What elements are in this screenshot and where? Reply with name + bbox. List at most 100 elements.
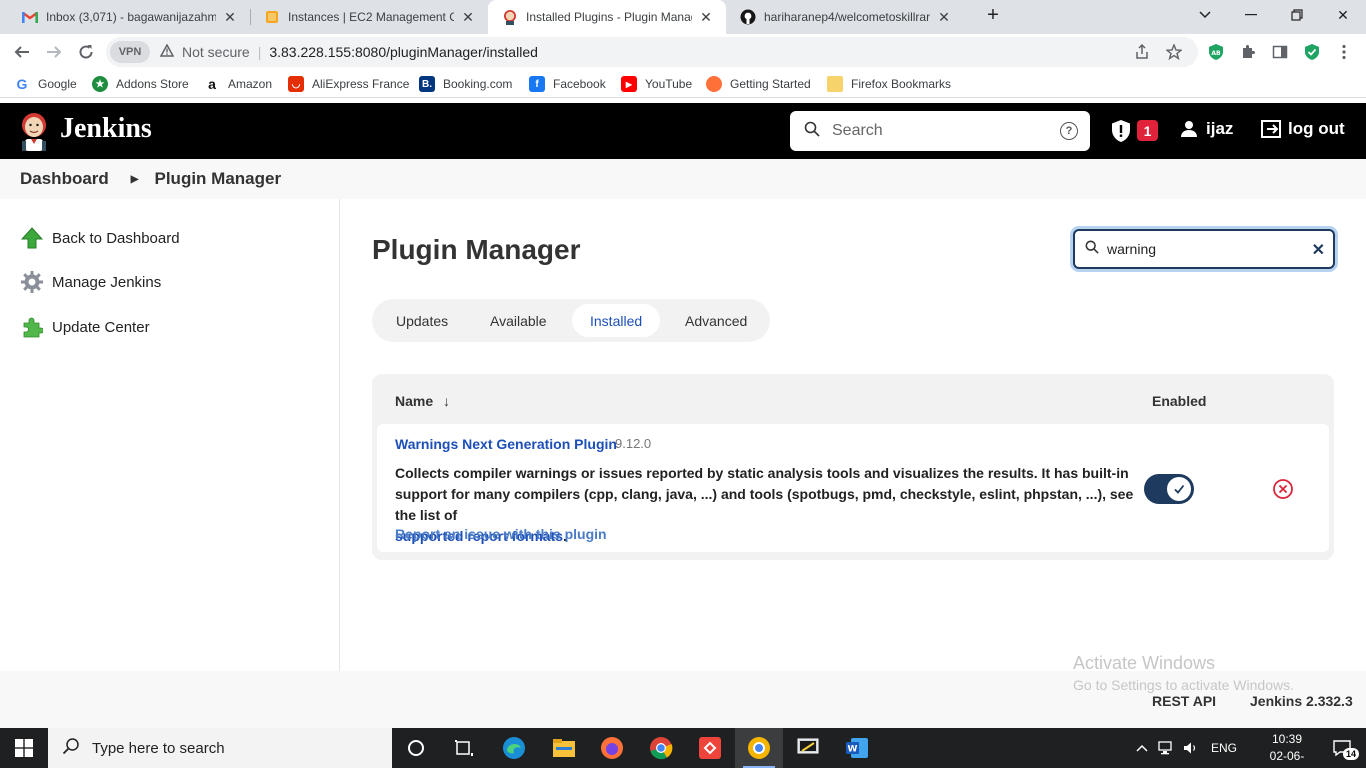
sidebar-item-update-center[interactable]: Update Center — [20, 315, 150, 339]
browser-tab-strip: Inbox (3,071) - bagawanijazahme ✕ Instan… — [0, 0, 1366, 34]
plugin-filter-input[interactable] — [1107, 241, 1307, 257]
activate-windows-watermark: Activate Windows — [1073, 653, 1216, 673]
cortana-icon[interactable] — [392, 728, 440, 768]
up-arrow-icon — [20, 226, 44, 250]
logout-icon — [1260, 119, 1282, 139]
bookmark-booking[interactable]: B. Booking.com — [419, 76, 512, 92]
svg-text:W: W — [848, 745, 858, 755]
word-icon[interactable]: W — [833, 728, 881, 768]
close-window-icon[interactable]: ✕ — [1320, 0, 1366, 30]
browser-tab-jenkins[interactable]: Installed Plugins - Plugin Manag ✕ — [488, 0, 726, 34]
browser-tab-ec2[interactable]: Instances | EC2 Management Con ✕ — [250, 0, 488, 34]
column-header-enabled[interactable]: Enabled — [1152, 393, 1206, 409]
close-tab-icon[interactable]: ✕ — [222, 9, 238, 26]
system-clock[interactable]: 10:39 02-06-2022 — [1262, 731, 1312, 782]
url-text[interactable]: 3.83.228.155:8080/pluginManager/installe… — [269, 44, 538, 60]
anydesk-icon[interactable] — [686, 728, 734, 768]
share-icon[interactable] — [1134, 43, 1150, 64]
bookmark-star-icon[interactable] — [1165, 43, 1183, 64]
forward-icon[interactable] — [39, 37, 69, 67]
sidebar-item-back-to-dashboard[interactable]: Back to Dashboard — [20, 226, 180, 250]
bookmark-addons-store[interactable]: ★ Addons Store — [92, 76, 189, 92]
help-icon[interactable]: ? — [1060, 122, 1078, 140]
uninstall-plugin-icon[interactable] — [1272, 478, 1294, 505]
tab-installed[interactable]: Installed — [572, 304, 661, 337]
jenkins-icon — [502, 9, 518, 25]
chrome-taskbar-icon[interactable] — [637, 728, 685, 768]
installed-plugins-table: Name ↓ Enabled Warnings Next Generation … — [372, 374, 1334, 560]
extensions-puzzle-icon[interactable] — [1236, 42, 1260, 62]
adblock-extension-icon[interactable]: AB — [1204, 42, 1228, 62]
tab-available[interactable]: Available — [472, 304, 565, 337]
search-input[interactable]: Search — [832, 122, 883, 140]
edge-icon[interactable] — [490, 728, 538, 768]
bookmark-google[interactable]: G Google — [14, 76, 77, 92]
reload-icon[interactable] — [71, 37, 101, 67]
tab-search-icon[interactable] — [1182, 0, 1228, 30]
windows-taskbar: Type here to search W ENG 10:39 02-06-20… — [0, 728, 1366, 780]
jenkins-brand[interactable]: Jenkins — [60, 113, 152, 145]
report-issue-link[interactable]: Report an issue with this plugin — [395, 526, 607, 542]
browser-menu-icon[interactable] — [1332, 42, 1356, 62]
sidebar-item-manage-jenkins[interactable]: Manage Jenkins — [20, 270, 161, 294]
side-panel-icon[interactable] — [1268, 42, 1292, 62]
vpn-badge[interactable]: VPN — [110, 41, 150, 63]
minimize-icon[interactable] — [1228, 0, 1274, 30]
bookmark-getting-started[interactable]: Getting Started — [706, 76, 811, 92]
chrome-profile-taskbar-icon[interactable] — [735, 728, 783, 768]
clear-filter-icon[interactable]: ✕ — [1312, 240, 1325, 260]
restore-icon[interactable] — [1274, 0, 1320, 30]
volume-icon[interactable] — [1183, 741, 1199, 755]
breadcrumb-dashboard[interactable]: Dashboard — [20, 169, 109, 189]
svg-text:AB: AB — [1211, 50, 1221, 57]
rest-api-link[interactable]: REST API — [1152, 693, 1216, 709]
warning-triangle-icon[interactable] — [159, 43, 175, 60]
address-bar[interactable]: VPN Not secure | 3.83.228.155:8080/plugi… — [106, 37, 1198, 67]
breadcrumb-arrow-icon[interactable]: ▶ — [131, 174, 139, 185]
tab-updates[interactable]: Updates — [378, 304, 466, 337]
tray-overflow-icon[interactable] — [1136, 744, 1148, 752]
bookmark-facebook[interactable]: f Facebook — [529, 76, 606, 92]
bookmark-amazon[interactable]: a Amazon — [204, 76, 272, 92]
putty-icon[interactable] — [784, 728, 832, 768]
new-tab-button[interactable]: + — [970, 0, 1016, 30]
plugin-manager-tabs: Updates Available Installed Advanced — [372, 299, 770, 342]
tab-advanced[interactable]: Advanced — [667, 304, 765, 337]
security-count-badge[interactable]: 1 — [1137, 120, 1158, 141]
booking-icon: B. — [419, 76, 435, 92]
close-tab-icon[interactable]: ✕ — [936, 9, 952, 26]
breadcrumb-plugin-manager[interactable]: Plugin Manager — [155, 169, 282, 189]
browser-tab-github[interactable]: hariharanep4/welcometoskillrary ✕ — [726, 0, 964, 34]
bookmark-firefox-bookmarks[interactable]: Firefox Bookmarks — [827, 76, 951, 92]
plugin-enabled-toggle[interactable] — [1144, 474, 1194, 504]
bookmark-youtube[interactable]: ▶ YouTube — [621, 76, 692, 92]
amazon-icon: a — [208, 76, 216, 92]
security-shield-icon[interactable] — [1110, 119, 1132, 148]
input-language[interactable]: ENG — [1211, 741, 1237, 755]
network-icon[interactable] — [1158, 741, 1174, 755]
windows-start-icon[interactable] — [0, 728, 48, 768]
jenkins-logo-icon[interactable] — [18, 111, 50, 151]
plugin-name-link[interactable]: Warnings Next Generation Plugin — [395, 436, 617, 452]
firefox-taskbar-icon[interactable] — [588, 728, 636, 768]
system-tray: ENG — [1136, 728, 1237, 768]
column-header-name[interactable]: Name ↓ — [395, 393, 450, 409]
taskbar-search-box[interactable]: Type here to search — [48, 728, 392, 768]
task-view-icon[interactable] — [440, 728, 488, 768]
close-tab-icon[interactable]: ✕ — [698, 9, 714, 26]
url-divider: | — [257, 44, 262, 60]
logout-link[interactable]: log out — [1260, 119, 1345, 139]
jenkins-search-box[interactable]: Search ? — [790, 111, 1090, 151]
bookmark-aliexpress[interactable]: ◡ AliExpress France — [288, 76, 409, 92]
file-explorer-icon[interactable] — [540, 728, 588, 768]
shield-check-extension-icon[interactable] — [1300, 42, 1324, 62]
jenkins-version-link[interactable]: Jenkins 2.332.3 — [1250, 693, 1353, 709]
back-icon[interactable] — [7, 37, 37, 67]
user-menu[interactable]: ijaz — [1180, 119, 1233, 139]
youtube-icon: ▶ — [621, 76, 637, 92]
browser-tab-gmail[interactable]: Inbox (3,071) - bagawanijazahme ✕ — [8, 0, 250, 34]
close-tab-icon[interactable]: ✕ — [460, 9, 476, 26]
plugin-filter-box[interactable]: ✕ — [1073, 229, 1335, 269]
notifications-icon[interactable]: 14 — [1318, 728, 1366, 768]
jenkins-header: Jenkins Search ? ijaz log out — [0, 103, 1366, 159]
